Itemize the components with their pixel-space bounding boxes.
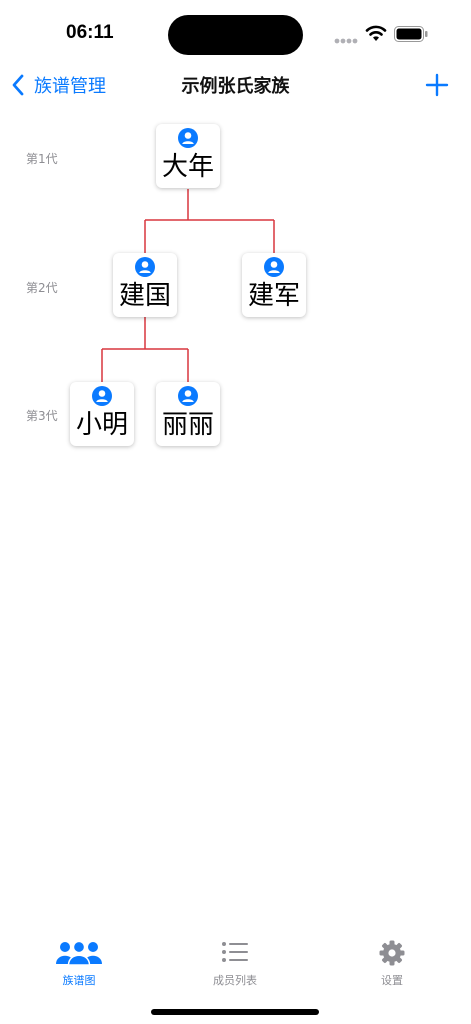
navigation-bar: 族谱管理 示例张氏家族: [0, 62, 471, 106]
tab-family-tree[interactable]: 族谱图: [19, 934, 139, 994]
person-name: 小明: [75, 410, 128, 440]
person-card[interactable]: 建国: [113, 253, 177, 317]
person-name: 丽丽: [161, 410, 214, 440]
add-member-button[interactable]: [424, 72, 450, 98]
wifi-icon: [365, 25, 387, 41]
list-icon: [222, 942, 248, 962]
person-card[interactable]: 丽丽: [156, 382, 220, 446]
person-avatar-icon: [178, 386, 198, 406]
page-title: 示例张氏家族: [181, 76, 290, 97]
gear-icon: [379, 940, 405, 966]
status-bar: 06:11: [0, 0, 471, 60]
person-name: 建国: [118, 281, 171, 311]
connector-line: [144, 189, 275, 253]
tab-label: 成员列表: [213, 974, 257, 987]
home-indicator: [151, 1009, 319, 1015]
person-avatar-icon: [178, 128, 198, 148]
person-avatar-icon: [135, 257, 155, 277]
tab-settings[interactable]: 设置: [332, 934, 452, 994]
generation-label: 第1代: [26, 152, 58, 166]
person-avatar-icon: [264, 257, 284, 277]
generation-label: 第3代: [26, 409, 58, 423]
person-card[interactable]: 建军: [242, 253, 306, 317]
people-icon: [56, 940, 102, 966]
person-card[interactable]: 小明: [70, 382, 134, 446]
person-avatar-icon: [92, 386, 112, 406]
tab-member-list[interactable]: 成员列表: [175, 934, 295, 994]
dynamic-island: [168, 15, 303, 55]
battery-icon: [394, 26, 428, 42]
connector-line: [101, 317, 189, 382]
cellular-signal-icon: [334, 38, 358, 44]
tab-label: 族谱图: [62, 974, 96, 987]
person-name: 大年: [161, 152, 214, 182]
person-card[interactable]: 大年: [156, 124, 220, 188]
generation-label: 第2代: [26, 281, 58, 295]
tab-label: 设置: [381, 974, 403, 987]
person-name: 建军: [247, 281, 300, 311]
status-time: 06:11: [66, 22, 114, 43]
